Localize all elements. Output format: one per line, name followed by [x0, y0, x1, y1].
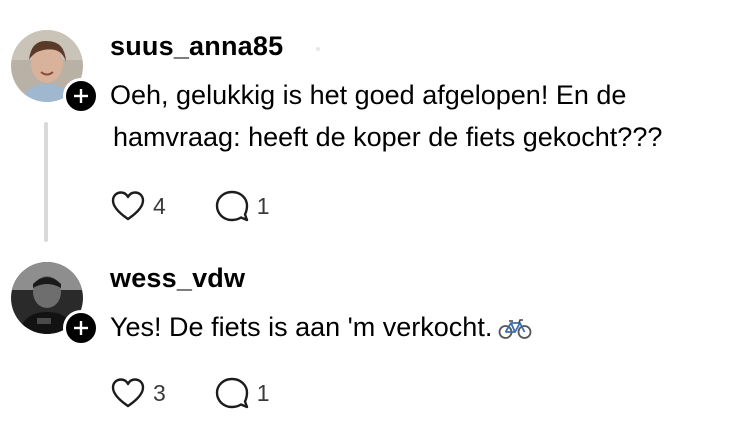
follow-button[interactable] [63, 78, 99, 114]
like-button[interactable]: 3 [110, 377, 166, 409]
like-count: 3 [153, 380, 166, 406]
thread-line [44, 122, 48, 242]
comment-bubble-icon [215, 190, 248, 222]
plus-icon [74, 321, 88, 335]
username[interactable]: wess_vdw [110, 263, 245, 293]
comment-bubble-icon [215, 377, 248, 409]
comment: wess_vdw Yes! De fiets is aan 'm verkoch… [0, 245, 755, 430]
comment-text: Yes! De fiets is aan 'm verkocht. [110, 312, 493, 342]
heart-icon [111, 191, 145, 221]
heart-icon [111, 378, 145, 408]
like-button[interactable]: 4 [110, 190, 166, 222]
comment-text-line: Oeh, gelukkig is het goed afgelopen! En … [110, 80, 627, 110]
bicycle-icon [498, 310, 532, 352]
avatar-wrapper [11, 30, 99, 114]
reply-count: 1 [256, 380, 270, 406]
plus-icon [74, 89, 88, 103]
comment-text-line: Yes! De fiets is aan 'm verkocht. [110, 306, 532, 352]
like-count: 4 [153, 193, 166, 219]
comment-actions: 3 1 [110, 376, 270, 410]
reply-button[interactable]: 1 [214, 376, 270, 410]
reply-button[interactable]: 1 [214, 189, 270, 223]
comment-actions: 4 1 [110, 189, 270, 223]
comment: suus_anna85 Oeh, gelukkig is het goed af… [0, 0, 755, 245]
follow-button[interactable] [63, 310, 99, 346]
username[interactable]: suus_anna85 [110, 31, 283, 61]
reply-count: 1 [256, 193, 270, 219]
avatar-wrapper [11, 262, 99, 346]
separator-dot [316, 47, 320, 51]
comment-text-line: hamvraag: heeft de koper de fiets gekoch… [113, 122, 663, 152]
